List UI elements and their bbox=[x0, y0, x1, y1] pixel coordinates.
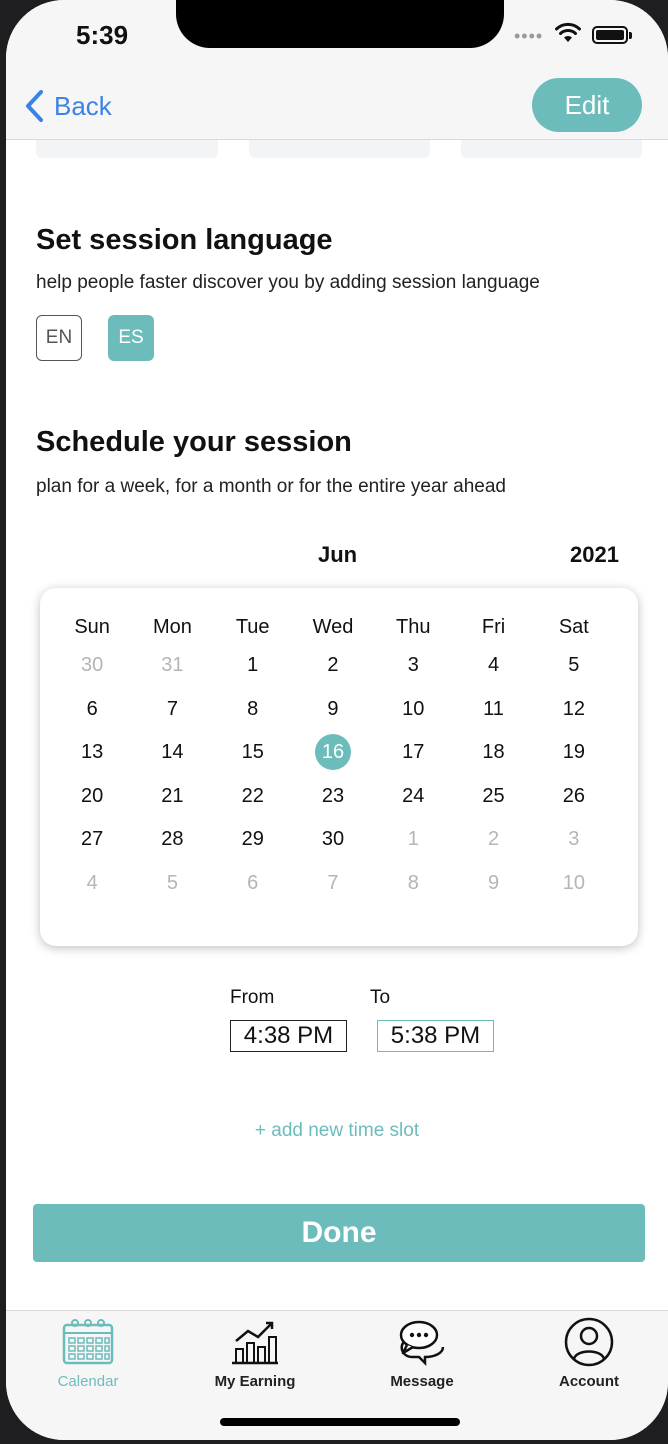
scrolled-card-stub bbox=[461, 140, 642, 158]
calendar-day[interactable]: 3 bbox=[373, 647, 453, 683]
calendar-day[interactable]: 21 bbox=[132, 778, 212, 814]
tab-my-earning-label: My Earning bbox=[214, 1373, 296, 1390]
calendar-day[interactable]: 14 bbox=[132, 734, 212, 770]
calendar-day[interactable]: 24 bbox=[373, 778, 453, 814]
calendar-day[interactable]: 6 bbox=[52, 691, 132, 727]
calendar-day[interactable]: 19 bbox=[534, 734, 614, 770]
back-button[interactable]: Back bbox=[24, 86, 112, 126]
calendar-day[interactable]: 10 bbox=[373, 691, 453, 727]
account-icon bbox=[564, 1317, 614, 1367]
wifi-icon bbox=[555, 22, 581, 42]
weekday-label: Sat bbox=[558, 616, 589, 638]
calendar-day[interactable]: 18 bbox=[453, 734, 533, 770]
edit-button[interactable]: Edit bbox=[532, 78, 642, 132]
weekday-label: Mon bbox=[152, 616, 192, 638]
weekday-label: Sun bbox=[74, 616, 110, 638]
schedule-section-subtitle: plan for a week, for a month or for the … bbox=[36, 476, 506, 497]
scrolled-card-stub bbox=[36, 140, 218, 158]
calendar-day[interactable]: 4 bbox=[453, 647, 533, 683]
calendar-day[interactable]: 1 bbox=[373, 821, 453, 857]
weekday-label: Wed bbox=[312, 616, 354, 638]
calendar-day[interactable]: 1 bbox=[213, 647, 293, 683]
calendar-week: 13 14 15 16 17 18 19 bbox=[52, 734, 614, 770]
calendar-day[interactable]: 22 bbox=[213, 778, 293, 814]
calendar-day[interactable]: 23 bbox=[293, 778, 373, 814]
tab-account-label: Account bbox=[559, 1373, 619, 1390]
weekday-label: Tue bbox=[235, 616, 270, 638]
back-label: Back bbox=[54, 90, 112, 121]
calendar-day[interactable]: 17 bbox=[373, 734, 453, 770]
calendar-day[interactable]: 7 bbox=[293, 865, 373, 901]
calendar-day[interactable]: 13 bbox=[52, 734, 132, 770]
calendar-month[interactable]: Jun bbox=[318, 542, 357, 568]
calendar-week: 4 5 6 7 8 9 10 bbox=[52, 865, 614, 901]
calendar-day[interactable]: 12 bbox=[534, 691, 614, 727]
calendar-day[interactable]: 29 bbox=[213, 821, 293, 857]
calendar-day[interactable]: 15 bbox=[213, 734, 293, 770]
tab-calendar[interactable]: Calendar bbox=[23, 1317, 153, 1391]
schedule-section-title: Schedule your session bbox=[36, 426, 352, 458]
scrolled-card-stub bbox=[249, 140, 430, 158]
calendar-day[interactable]: 27 bbox=[52, 821, 132, 857]
tab-calendar-label: Calendar bbox=[57, 1373, 119, 1390]
calendar-week: 30 31 1 2 3 4 5 bbox=[52, 647, 614, 683]
weekday-header: Sun Mon Tue Wed Thu Fri Sat bbox=[52, 616, 614, 639]
navigation-bar: 5:39 •••• Back Edit bbox=[6, 0, 668, 140]
calendar-day[interactable]: 28 bbox=[132, 821, 212, 857]
language-option-es[interactable]: ES bbox=[108, 315, 154, 361]
earning-chart-icon bbox=[232, 1321, 278, 1365]
calendar-day[interactable]: 3 bbox=[534, 821, 614, 857]
calendar-day[interactable]: 26 bbox=[534, 778, 614, 814]
calendar-day[interactable]: 6 bbox=[213, 865, 293, 901]
calendar-icon bbox=[62, 1319, 114, 1365]
calendar-day[interactable]: 30 bbox=[52, 647, 132, 683]
calendar-day[interactable]: 11 bbox=[453, 691, 533, 727]
language-option-en[interactable]: EN bbox=[36, 315, 82, 361]
tab-message[interactable]: Message bbox=[357, 1317, 487, 1391]
calendar-day[interactable]: 4 bbox=[52, 865, 132, 901]
done-button[interactable]: Done bbox=[33, 1204, 645, 1262]
calendar-day[interactable]: 7 bbox=[132, 691, 212, 727]
calendar-day[interactable]: 9 bbox=[453, 865, 533, 901]
from-label: From bbox=[230, 987, 275, 1008]
calendar-day[interactable]: 5 bbox=[534, 647, 614, 683]
home-indicator bbox=[220, 1418, 460, 1426]
language-section-subtitle: help people faster discover you by addin… bbox=[36, 272, 540, 293]
calendar-day[interactable]: 5 bbox=[132, 865, 212, 901]
weekday-label: Fri bbox=[481, 616, 506, 638]
phone-screen: 5:39 •••• Back Edit Set session language… bbox=[6, 0, 668, 1440]
calendar-day[interactable]: 31 bbox=[132, 647, 212, 683]
to-label: To bbox=[370, 987, 391, 1008]
calendar-week: 20 21 22 23 24 25 26 bbox=[52, 778, 614, 814]
calendar-day[interactable]: 25 bbox=[453, 778, 533, 814]
tab-account[interactable]: Account bbox=[524, 1317, 654, 1391]
signal-dots-icon: •••• bbox=[514, 26, 544, 46]
from-time-picker[interactable]: 4:38 PM bbox=[230, 1020, 347, 1052]
language-section-title: Set session language bbox=[36, 224, 333, 256]
message-bubbles-icon bbox=[399, 1320, 445, 1367]
weekday-label: Thu bbox=[396, 616, 431, 638]
tab-my-earning[interactable]: My Earning bbox=[190, 1317, 320, 1391]
battery-icon bbox=[592, 26, 632, 44]
calendar-day[interactable]: 20 bbox=[52, 778, 132, 814]
calendar-day[interactable]: 8 bbox=[213, 691, 293, 727]
calendar-year[interactable]: 2021 bbox=[570, 542, 619, 568]
calendar-day[interactable]: 30 bbox=[293, 821, 373, 857]
calendar-grid: Sun Mon Tue Wed Thu Fri Sat 30 31 1 2 3 … bbox=[40, 588, 638, 946]
calendar-day[interactable]: 9 bbox=[293, 691, 373, 727]
status-time: 5:39 bbox=[76, 20, 129, 50]
add-time-slot-link[interactable]: + add new time slot bbox=[6, 1120, 668, 1142]
calendar-day[interactable]: 8 bbox=[373, 865, 453, 901]
device-notch bbox=[176, 0, 504, 48]
calendar-week: 6 7 8 9 10 11 12 bbox=[52, 691, 614, 727]
calendar-day[interactable]: 10 bbox=[534, 865, 614, 901]
calendar-week: 27 28 29 30 1 2 3 bbox=[52, 821, 614, 857]
calendar-day[interactable]: 2 bbox=[293, 647, 373, 683]
calendar-day-selected[interactable]: 16 bbox=[293, 734, 373, 770]
tab-message-label: Message bbox=[390, 1373, 454, 1390]
to-time-picker[interactable]: 5:38 PM bbox=[377, 1020, 494, 1052]
calendar-day[interactable]: 2 bbox=[453, 821, 533, 857]
chevron-left-icon bbox=[24, 86, 54, 126]
